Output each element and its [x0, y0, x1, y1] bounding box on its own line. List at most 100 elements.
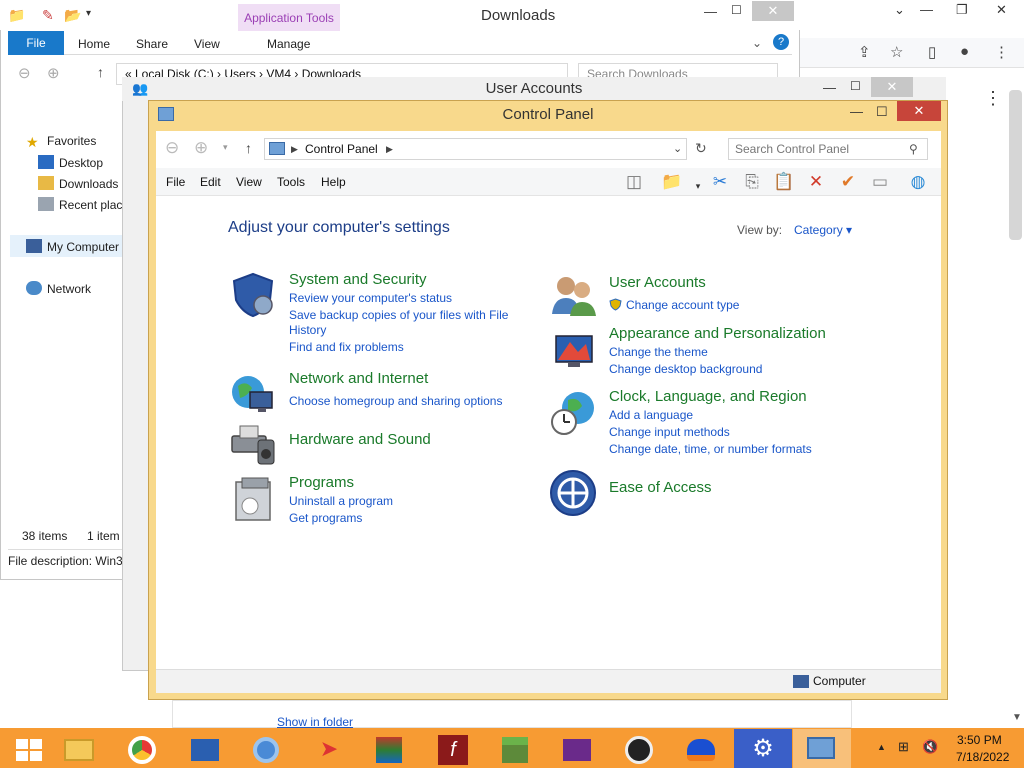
link-find-fix-problems[interactable]: Find and fix problems	[289, 340, 404, 354]
ribbon-tab-share[interactable]: Share	[136, 37, 168, 51]
chrome-restore-button[interactable]: ❐	[956, 2, 968, 18]
chrome-chevron-down-icon[interactable]: ⌄	[894, 2, 905, 18]
explorer-forward-icon[interactable]: ⊕	[47, 64, 60, 82]
search-icon[interactable]: ⚲	[909, 139, 918, 159]
folder-options-icon[interactable]: 📁	[660, 171, 684, 193]
hardware-sound-icon[interactable]	[228, 418, 278, 468]
link-review-status[interactable]: Review your computer's status	[289, 291, 452, 305]
clock-date[interactable]: 7/18/2022	[956, 750, 1009, 764]
explorer-close-button[interactable]: ✕	[752, 1, 794, 21]
quick-access-dropdown-icon[interactable]: ▾	[86, 8, 91, 19]
menu-edit[interactable]: Edit	[200, 175, 221, 189]
tray-network-icon[interactable]: ⊞	[898, 739, 909, 755]
clock-language-region-icon[interactable]	[548, 388, 598, 438]
category-clock-language-region[interactable]: Clock, Language, and Region	[609, 388, 807, 405]
bookmark-star-icon[interactable]: ☆	[890, 43, 903, 61]
ua-minimize-button[interactable]: —	[823, 80, 836, 95]
link-change-input-methods[interactable]: Change input methods	[609, 425, 730, 439]
nav-favorites[interactable]: ★ Favorites	[26, 134, 96, 150]
properties-icon[interactable]: ✎	[42, 7, 54, 24]
nav-desktop[interactable]: Desktop	[38, 155, 103, 170]
breadcrumb-arrow-icon[interactable]: ▶	[291, 139, 298, 159]
taskbar-acrobat-icon[interactable]: ➤	[300, 729, 358, 768]
side-panel-icon[interactable]: ▯	[928, 43, 936, 61]
show-in-folder-link[interactable]: Show in folder	[277, 715, 353, 729]
breadcrumb-next-arrow-icon[interactable]: ▶	[386, 139, 393, 159]
menu-view[interactable]: View	[236, 175, 262, 189]
check-icon[interactable]: ✔	[836, 171, 860, 193]
taskbar-file-explorer-icon[interactable]	[50, 729, 108, 768]
nav-downloads[interactable]: Downloads	[38, 176, 118, 191]
layout-pane-icon[interactable]: ◫	[622, 171, 646, 193]
chrome-scrollbar-thumb[interactable]	[1009, 90, 1022, 240]
nav-my-computer[interactable]: My Computer	[26, 239, 119, 254]
taskbar-obs-icon[interactable]	[610, 729, 668, 768]
system-security-icon[interactable]	[228, 270, 278, 320]
share-icon[interactable]: ⇪	[858, 43, 871, 61]
user-accounts-icon[interactable]	[548, 270, 598, 320]
programs-icon[interactable]	[228, 474, 278, 524]
folder-options-dropdown-icon[interactable]: ▾	[686, 175, 710, 197]
chrome-menu-icon[interactable]: ⋮	[994, 43, 1009, 61]
category-ease-of-access[interactable]: Ease of Access	[609, 479, 712, 496]
taskbar-winrar-icon[interactable]	[360, 729, 418, 768]
globe-icon[interactable]: ◍	[906, 171, 930, 193]
ribbon-tab-home[interactable]: Home	[78, 37, 110, 51]
breadcrumb-control-panel[interactable]: Control Panel	[305, 139, 378, 159]
new-folder-icon[interactable]: 📂	[64, 7, 81, 24]
copy-icon[interactable]: ⎘	[740, 171, 764, 193]
delete-icon[interactable]: ✕	[804, 171, 828, 193]
cp-forward-icon[interactable]: ⊕	[194, 138, 208, 158]
taskbar-chromium-icon[interactable]	[237, 729, 295, 768]
link-get-programs[interactable]: Get programs	[289, 511, 362, 525]
cp-recent-dropdown-icon[interactable]: ▾	[223, 142, 228, 153]
ribbon-tab-view[interactable]: View	[194, 37, 220, 51]
refresh-icon[interactable]: ↻	[695, 140, 707, 157]
menu-help[interactable]: Help	[321, 175, 346, 189]
taskbar-remote-desktop-icon[interactable]	[176, 729, 234, 768]
link-change-account-type[interactable]: Change account type	[626, 298, 739, 312]
taskbar-settings-icon[interactable]: ⚙	[734, 729, 792, 768]
ribbon-tab-file[interactable]: File	[8, 31, 64, 55]
explorer-maximize-button[interactable]: ☐	[731, 3, 742, 17]
taskbar-control-panel-active[interactable]	[793, 729, 851, 768]
link-change-desktop-background[interactable]: Change desktop background	[609, 362, 762, 376]
cp-close-button[interactable]: ✕	[897, 101, 941, 121]
category-appearance-personalization[interactable]: Appearance and Personalization	[609, 325, 826, 342]
link-save-backup-history[interactable]: History	[289, 323, 326, 337]
chrome-close-button[interactable]: ✕	[996, 2, 1007, 18]
category-programs[interactable]: Programs	[289, 474, 354, 491]
taskbar-chrome-icon[interactable]	[113, 729, 171, 768]
address-dropdown-icon[interactable]: ⌄	[673, 139, 682, 159]
view-by-category-dropdown[interactable]: Category ▾	[794, 223, 852, 237]
explorer-minimize-button[interactable]: —	[704, 4, 717, 19]
link-add-language[interactable]: Add a language	[609, 408, 693, 422]
nav-network[interactable]: Network	[26, 281, 91, 296]
ua-close-button[interactable]: ✕	[871, 77, 913, 97]
chrome-minimize-button[interactable]: —	[920, 2, 933, 17]
taskbar-flash-icon[interactable]: f	[424, 729, 482, 768]
link-change-theme[interactable]: Change the theme	[609, 345, 708, 359]
link-homegroup-sharing[interactable]: Choose homegroup and sharing options	[289, 394, 502, 408]
taskbar-audacity-icon[interactable]	[672, 729, 730, 768]
category-hardware-sound[interactable]: Hardware and Sound	[289, 431, 431, 448]
ribbon-expand-chevron-icon[interactable]: ⌄	[752, 36, 762, 50]
link-save-backup[interactable]: Save backup copies of your files with Fi…	[289, 308, 508, 322]
cp-minimize-button[interactable]: —	[850, 104, 863, 119]
scroll-down-arrow-icon[interactable]: ▼	[1012, 712, 1022, 723]
network-internet-icon[interactable]	[228, 370, 278, 420]
cp-address-bar[interactable]: ▶ Control Panel ▶ ⌄	[264, 138, 687, 160]
help-icon[interactable]: ?	[773, 34, 789, 50]
link-uninstall-program[interactable]: Uninstall a program	[289, 494, 393, 508]
tray-volume-muted-icon[interactable]: 🔇	[922, 739, 938, 755]
cp-search-input[interactable]: Search Control Panel ⚲	[728, 138, 928, 160]
category-network-internet[interactable]: Network and Internet	[289, 370, 428, 387]
menu-tools[interactable]: Tools	[277, 175, 305, 189]
category-system-security[interactable]: System and Security	[289, 271, 427, 288]
cut-icon[interactable]: ✂	[708, 171, 732, 193]
nav-recent-places[interactable]: Recent plac	[38, 197, 122, 212]
ua-maximize-button[interactable]: ☐	[850, 79, 861, 93]
taskbar-minecraft-icon[interactable]	[486, 729, 544, 768]
clock-time[interactable]: 3:50 PM	[957, 733, 1002, 747]
tray-show-hidden-icon[interactable]: ▲	[877, 742, 886, 752]
